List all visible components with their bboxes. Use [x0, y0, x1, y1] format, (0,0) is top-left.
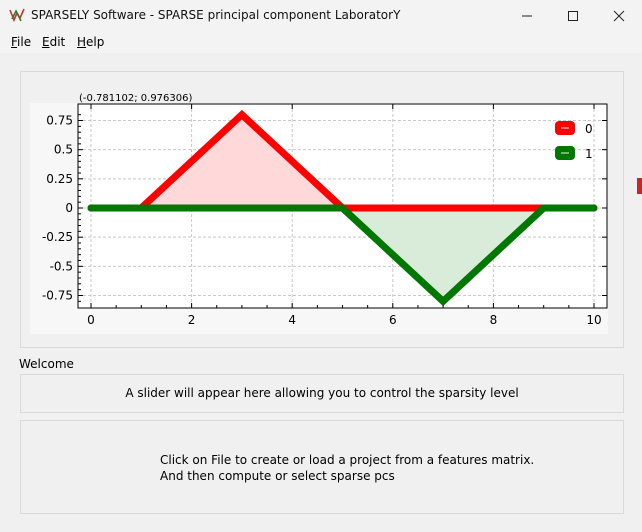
background-window-edge: [637, 178, 642, 194]
y-tick-label: 0.75: [46, 114, 73, 128]
y-tick-label: -0.75: [42, 289, 73, 303]
y-tick-label: 0.5: [54, 143, 73, 157]
x-tick-label: 6: [389, 313, 397, 327]
instructions-text: Click on File to create or load a projec…: [160, 452, 534, 484]
instruction-line-1: Click on File to create or load a projec…: [160, 453, 535, 467]
x-tick-label: 4: [288, 313, 296, 327]
legend-label-1: 1: [585, 147, 593, 161]
slider-placeholder-text: A slider will appear here allowing you t…: [125, 386, 519, 400]
legend-label-0: 0: [585, 122, 593, 136]
x-tick-label: 0: [87, 313, 95, 327]
x-tick-label: 8: [490, 313, 498, 327]
y-tick-label: 0: [65, 201, 73, 215]
y-tick-label: 0.25: [46, 172, 73, 186]
x-tick-label: 2: [188, 313, 196, 327]
y-tick-label: -0.5: [50, 259, 73, 273]
coordinate-readout: (-0.781102; 0.976306): [79, 93, 192, 104]
welcome-label: Welcome: [19, 357, 74, 371]
y-tick-label: -0.25: [42, 230, 73, 244]
instruction-line-2: And then compute or select sparse pcs: [160, 469, 395, 483]
x-tick-label: 10: [586, 313, 601, 327]
